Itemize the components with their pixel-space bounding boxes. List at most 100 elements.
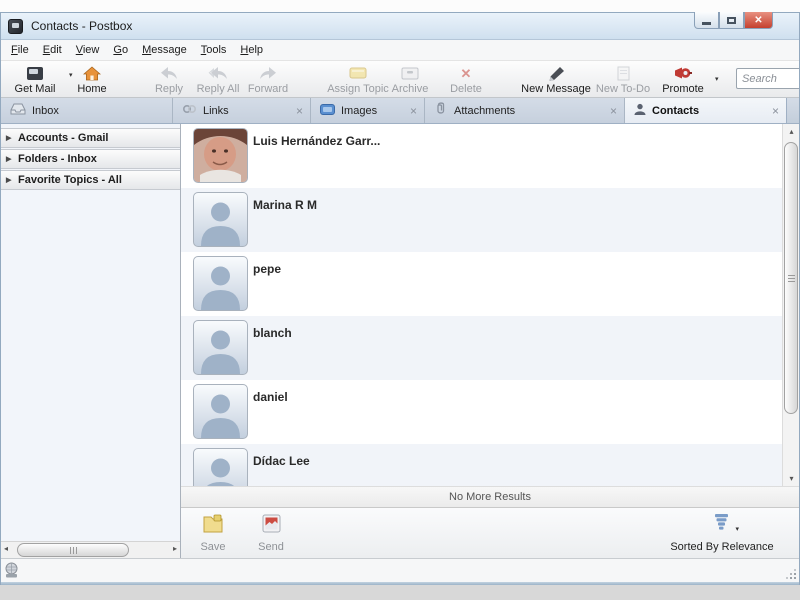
no-more-results-bar: No More Results — [181, 486, 799, 508]
postbox-app-icon — [8, 18, 23, 34]
promote-dropdown-icon[interactable]: ▾ — [715, 75, 719, 83]
contact-row[interactable]: blanch — [181, 316, 782, 380]
app-window: Contacts - Postbox ✕ File Edit View Go M… — [0, 12, 800, 586]
reply-all-button[interactable]: Reply All — [188, 63, 248, 96]
statusbar — [1, 558, 799, 582]
tab-inbox[interactable]: Inbox — [1, 98, 173, 123]
menu-tools[interactable]: Tools — [194, 42, 234, 58]
menu-edit[interactable]: Edit — [36, 42, 69, 58]
contact-row[interactable]: daniel — [181, 380, 782, 444]
archive-button[interactable]: Archive — [382, 63, 438, 96]
forward-button[interactable]: Forward — [240, 63, 296, 96]
vertical-scroll-thumb[interactable] — [784, 142, 798, 414]
home-icon — [83, 65, 101, 81]
close-button[interactable]: ✕ — [744, 12, 773, 29]
archive-icon — [401, 65, 419, 81]
status-icon — [4, 562, 19, 583]
menu-file[interactable]: File — [4, 42, 36, 58]
window-title: Contacts - Postbox — [31, 19, 133, 33]
sorted-by-relevance-button[interactable]: ▾ Sorted By Relevance — [667, 513, 777, 553]
tab-images[interactable]: Images × — [311, 98, 425, 123]
maximize-button[interactable] — [719, 12, 744, 29]
promote-icon — [673, 65, 693, 81]
scroll-down-icon[interactable]: ▾ — [783, 474, 800, 483]
resize-grip[interactable] — [784, 567, 796, 579]
tab-links[interactable]: Links × — [173, 98, 311, 123]
inbox-icon — [10, 102, 26, 120]
tabbar: Inbox Links × Images × Attachments × Con… — [1, 98, 799, 124]
reply-icon — [160, 65, 178, 81]
contact-placeholder-avatar — [193, 384, 248, 439]
save-icon — [202, 513, 224, 539]
new-message-button[interactable]: New Message — [514, 63, 598, 96]
contact-list: Luis Hernández Garr... Marina R M pepe b… — [181, 124, 782, 486]
tab-contacts[interactable]: Contacts × — [625, 98, 787, 123]
expand-triangle-icon: ▶ — [6, 177, 12, 184]
get-mail-icon — [26, 65, 44, 81]
contact-placeholder-avatar — [193, 192, 248, 247]
sidebar-section-accounts[interactable]: ▶ Accounts - Gmail — [1, 128, 180, 148]
sidebar-section-folders[interactable]: ▶ Folders - Inbox — [1, 149, 180, 169]
contact-placeholder-avatar — [193, 256, 248, 311]
contact-row[interactable]: Luis Hernández Garr... — [181, 124, 782, 188]
main-area: ▶ Accounts - Gmail ▶ Folders - Inbox ▶ F… — [1, 124, 799, 558]
contact-photo-avatar — [193, 128, 248, 183]
get-mail-button[interactable]: Get Mail ▾ — [7, 63, 73, 96]
delete-icon: ✕ — [460, 65, 472, 81]
tab-links-close-icon[interactable]: × — [296, 105, 303, 117]
contacts-icon — [634, 102, 646, 120]
contact-name: Luis Hernández Garr... — [253, 134, 381, 148]
sidebar: ▶ Accounts - Gmail ▶ Folders - Inbox ▶ F… — [1, 124, 181, 558]
contact-row[interactable]: Dídac Lee — [181, 444, 782, 486]
contact-list-scrollbar[interactable]: ▴ ▾ — [782, 124, 799, 486]
tab-attachments-close-icon[interactable]: × — [610, 105, 617, 117]
search-input[interactable] — [736, 68, 799, 89]
sort-dropdown-icon[interactable]: ▾ — [735, 525, 739, 533]
attachment-icon — [434, 101, 448, 120]
promote-button[interactable]: Promote ▾ — [655, 63, 719, 96]
images-icon — [320, 102, 335, 120]
contact-name: daniel — [253, 390, 288, 404]
horizontal-scroll-thumb[interactable] — [17, 543, 129, 557]
minimize-button[interactable] — [694, 12, 719, 29]
scroll-left-icon[interactable]: ◂ — [4, 544, 8, 553]
forward-icon — [259, 65, 277, 81]
sort-relevance-icon: ▾ — [713, 513, 739, 535]
save-button[interactable]: Save — [191, 513, 235, 553]
contact-name: Dídac Lee — [253, 454, 310, 468]
delete-button[interactable]: ✕ Delete — [441, 63, 491, 96]
menubar: File Edit View Go Message Tools Help — [1, 40, 799, 61]
contact-row[interactable]: Marina R M — [181, 188, 782, 252]
maximize-icon — [727, 16, 736, 24]
scroll-right-icon[interactable]: ▸ — [173, 544, 177, 553]
home-button[interactable]: Home — [67, 63, 117, 96]
tab-images-close-icon[interactable]: × — [410, 105, 417, 117]
contact-name: pepe — [253, 262, 282, 276]
top-strip — [0, 0, 800, 12]
assign-topic-icon — [349, 65, 367, 81]
sidebar-section-favorite-topics[interactable]: ▶ Favorite Topics - All — [1, 170, 180, 190]
menu-go[interactable]: Go — [106, 42, 135, 58]
scroll-up-icon[interactable]: ▴ — [783, 127, 800, 136]
screen: Contacts - Postbox ✕ File Edit View Go M… — [0, 0, 800, 600]
sidebar-horizontal-scrollbar[interactable]: ◂ ▸ — [1, 541, 180, 558]
links-icon — [182, 102, 197, 120]
menu-help[interactable]: Help — [233, 42, 270, 58]
contact-row[interactable]: pepe — [181, 252, 782, 316]
tab-contacts-close-icon[interactable]: × — [772, 105, 779, 117]
new-message-icon — [547, 65, 565, 81]
send-button[interactable]: Send — [249, 513, 293, 553]
contact-name: Marina R M — [253, 198, 318, 212]
minimize-icon — [702, 21, 711, 25]
expand-triangle-icon: ▶ — [6, 135, 12, 142]
new-todo-icon — [617, 65, 630, 81]
contacts-panel: Luis Hernández Garr... Marina R M pepe b… — [181, 124, 799, 558]
titlebar[interactable]: Contacts - Postbox ✕ — [1, 12, 799, 40]
menu-message[interactable]: Message — [135, 42, 194, 58]
contact-placeholder-avatar — [193, 320, 248, 375]
menu-view[interactable]: View — [69, 42, 107, 58]
new-todo-button[interactable]: New To-Do — [593, 63, 653, 96]
tab-attachments[interactable]: Attachments × — [425, 98, 625, 123]
close-icon: ✕ — [754, 14, 763, 26]
window-controls: ✕ — [694, 12, 773, 29]
